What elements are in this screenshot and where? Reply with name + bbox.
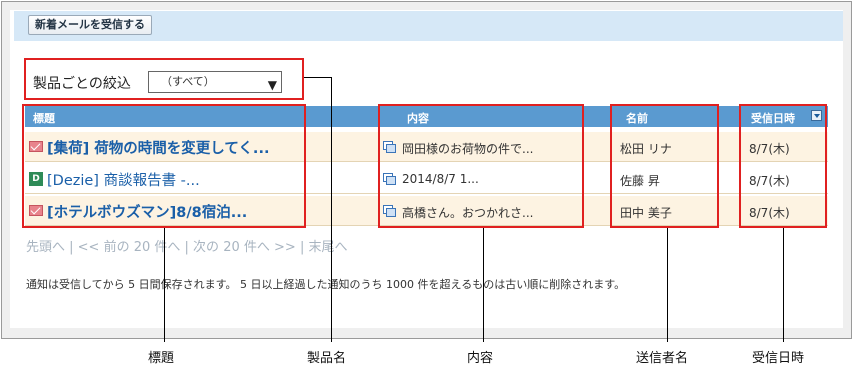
pager-first: 先頭へ [26, 240, 66, 255]
pager-last: | 末尾へ [299, 240, 348, 255]
highlight-product-filter [24, 58, 304, 100]
pagination: 先頭へ | << 前の 20 件へ | 次の 20 件へ >> | 末尾へ [26, 236, 347, 255]
callout-product: 製品名 [307, 351, 347, 365]
highlight-date-column [739, 104, 827, 228]
callout-sender: 送信者名 [636, 351, 689, 365]
leader-line-content [483, 228, 484, 342]
callout-content: 内容 [467, 351, 494, 365]
leader-line-sender [667, 228, 668, 342]
leader-line-product [331, 77, 332, 342]
leader-line-product-h [304, 77, 331, 78]
toolbar: 新着メールを受信する [14, 11, 843, 41]
leader-line-date [783, 228, 784, 342]
highlight-title-column [22, 104, 306, 228]
callout-title: 標題 [148, 351, 175, 365]
receive-new-mail-button[interactable]: 新着メールを受信する [28, 15, 152, 35]
retention-notice: 通知は受信してから 5 日間保存されます。 5 日以上経過した通知のうち 100… [26, 278, 626, 291]
highlight-sender-column [610, 104, 719, 228]
callout-date: 受信日時 [752, 351, 805, 365]
pager-next: | 次の 20 件へ >> [184, 240, 296, 255]
leader-line-title [164, 228, 165, 342]
highlight-content-column [378, 104, 584, 228]
